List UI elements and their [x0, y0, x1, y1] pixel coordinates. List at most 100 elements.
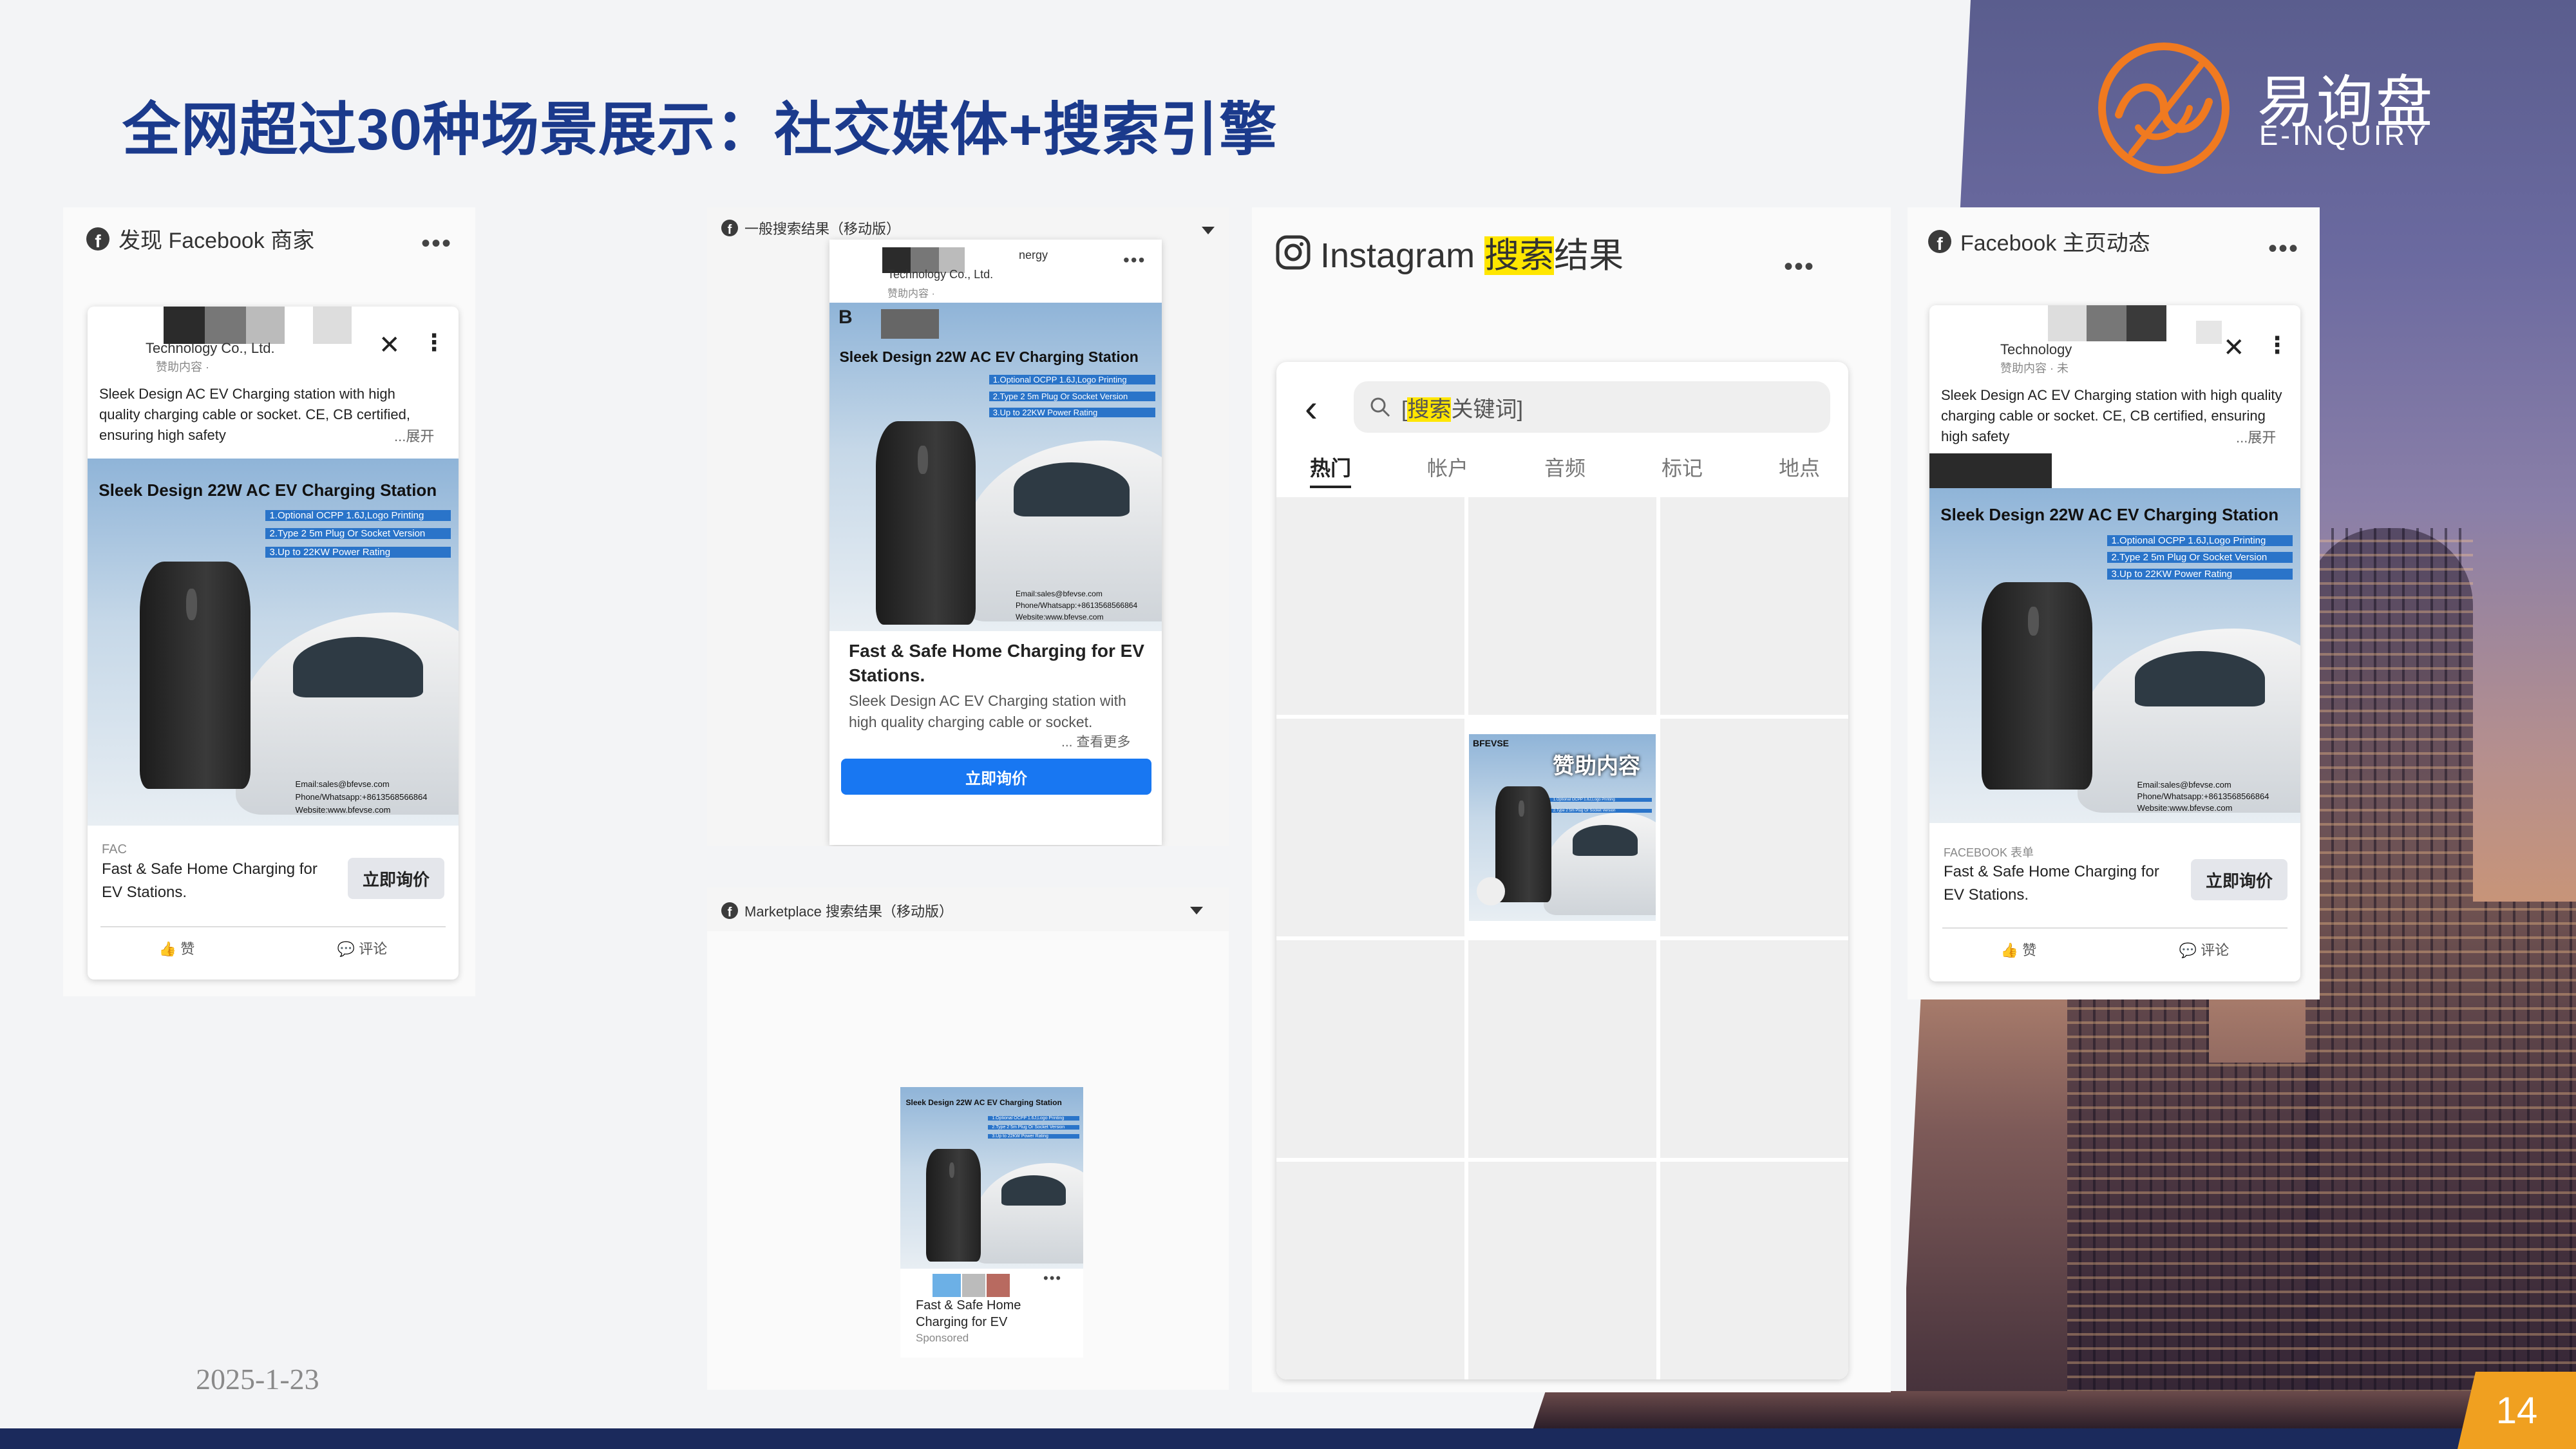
- grid-tile[interactable]: [1660, 1162, 1848, 1379]
- panel-header-label: Marketplace 搜索结果（移动版）: [744, 904, 953, 920]
- more-options-icon[interactable]: •••: [1043, 1270, 1062, 1287]
- bottom-bar: [0, 1428, 2576, 1449]
- tab-top[interactable]: 热门: [1310, 452, 1352, 488]
- tab-tags[interactable]: 标记: [1662, 452, 1703, 488]
- product-feature: 3.Up to 22KW Power Rating: [989, 408, 1155, 418]
- chevron-down-icon[interactable]: [1190, 907, 1203, 914]
- results-grid: BFEVSE 赞助内容 1.Optional OCPP 1.6J,Logo Pr…: [1276, 497, 1848, 1379]
- redacted-logo: [881, 309, 939, 339]
- redacted-avatar: [313, 307, 352, 344]
- sponsored-label: Sponsored: [916, 1332, 969, 1344]
- grid-tile[interactable]: [1660, 940, 1848, 1158]
- charger-graphic: [1981, 582, 2093, 790]
- charger-graphic: [876, 421, 976, 625]
- sponsored-label: 赞助内容 ·: [887, 289, 935, 299]
- product-image[interactable]: Sleek Design 22W AC EV Charging Station …: [88, 459, 459, 826]
- close-icon[interactable]: ✕: [379, 332, 401, 358]
- more-options-icon[interactable]: •••: [1123, 250, 1146, 270]
- grid-tile[interactable]: [1660, 719, 1848, 936]
- search-input[interactable]: [搜索关键词]: [1354, 381, 1830, 433]
- product-feature: 1.Optional OCPP 1.6J,Logo Printing: [265, 509, 451, 521]
- post-actions: 👍 赞 💬 评论: [88, 938, 459, 958]
- post-menu-icon[interactable]: ⋮: [422, 331, 446, 354]
- grid-tile[interactable]: [1468, 1162, 1656, 1379]
- panel-header-label: 一般搜索结果（移动版）: [744, 221, 901, 237]
- panel-header-label: Instagram 搜索结果: [1320, 236, 1624, 275]
- close-icon[interactable]: ✕: [2223, 335, 2245, 361]
- panel-header: Instagram 搜索结果: [1275, 227, 1624, 278]
- post-text: Sleek Design AC EV Charging station with…: [1941, 387, 2282, 444]
- grid-tile[interactable]: [1276, 940, 1464, 1158]
- panel-header-label: Facebook 主页动态: [1960, 231, 2150, 256]
- product-image-title: Sleek Design 22W AC EV Charging Station: [99, 480, 437, 500]
- advertiser-name[interactable]: Technology Co., Ltd.: [887, 268, 993, 281]
- brand-letter: B: [838, 307, 853, 328]
- comment-button[interactable]: 💬 评论: [2179, 939, 2230, 960]
- ad-brand: BFEVSE: [1473, 738, 1510, 748]
- sponsored-label: 赞助内容 ·: [156, 361, 209, 374]
- marketplace-item[interactable]: Sleek Design 22W AC EV Charging Station …: [900, 1087, 1083, 1358]
- tab-places[interactable]: 地点: [1779, 452, 1820, 488]
- product-feature: 1.Optional OCPP 1.6J,Logo Printing: [989, 375, 1155, 385]
- sponsored-ad-image: BFEVSE 赞助内容 1.Optional OCPP 1.6J,Logo Pr…: [1469, 734, 1656, 921]
- grid-tile[interactable]: [1276, 1162, 1464, 1379]
- post-text: Sleek Design AC EV Charging station with…: [99, 386, 411, 443]
- panel-fb-business: f 发现 Facebook 商家 ••• Technology Co., Ltd…: [63, 207, 475, 996]
- tab-accounts[interactable]: 帐户: [1427, 452, 1468, 488]
- back-arrow-icon[interactable]: ‹: [1305, 389, 1318, 428]
- post-menu-icon[interactable]: ⋮: [2266, 334, 2289, 357]
- cta-source: FACEBOOK 表单: [1944, 846, 2034, 859]
- product-image-title: Sleek Design 22W AC EV Charging Station: [905, 1097, 1062, 1107]
- tab-audio[interactable]: 音频: [1544, 452, 1586, 488]
- grid-tile[interactable]: [1276, 719, 1464, 936]
- product-image[interactable]: B Sleek Design 22W AC EV Charging Statio…: [829, 303, 1162, 631]
- grid-tile[interactable]: [1468, 497, 1656, 715]
- cta-source: FAC: [102, 842, 127, 857]
- chevron-down-icon[interactable]: [1202, 227, 1215, 234]
- see-more-link[interactable]: ... 查看更多: [1061, 732, 1130, 751]
- comment-button[interactable]: 💬 评论: [337, 938, 388, 958]
- grid-tile[interactable]: [1468, 940, 1656, 1158]
- car-graphic: [973, 1163, 1083, 1264]
- product-feature: 2.Type 2 5m Plug Or Socket Version: [265, 528, 451, 540]
- like-button[interactable]: 👍 赞: [2001, 939, 2037, 960]
- comment-label: 评论: [359, 941, 388, 957]
- product-contact: Email:sales@bfevse.com: [295, 779, 390, 789]
- more-options-icon[interactable]: •••: [2268, 234, 2299, 263]
- page-number: 14: [2458, 1372, 2576, 1449]
- expand-link[interactable]: ...展开: [394, 425, 434, 446]
- building: [2067, 966, 2209, 1449]
- more-options-icon[interactable]: •••: [1784, 252, 1815, 281]
- product-feature: 3.Up to 22KW Power Rating: [265, 546, 451, 558]
- redacted-avatar: [2087, 305, 2126, 341]
- facebook-icon: f: [1928, 229, 1951, 253]
- product-feature: 3.Up to 22KW Power Rating: [2107, 568, 2293, 580]
- advertiser-name[interactable]: Technology Co., Ltd.: [146, 340, 275, 357]
- expand-link[interactable]: ...展开: [2236, 426, 2276, 447]
- redacted-avatar: [246, 307, 285, 344]
- skyline-strip: [1533, 1391, 2576, 1430]
- product-contact: Website:www.bfevse.com: [295, 804, 391, 815]
- inquire-button[interactable]: 立即询价: [841, 759, 1151, 795]
- redacted-price: [987, 1274, 1010, 1297]
- car-graphic: [1544, 812, 1656, 916]
- grid-tile[interactable]: [1276, 497, 1464, 715]
- product-image[interactable]: Sleek Design 22W AC EV Charging Station …: [1929, 488, 2300, 823]
- grid-tile-sponsored[interactable]: BFEVSE 赞助内容 1.Optional OCPP 1.6J,Logo Pr…: [1468, 719, 1656, 936]
- advertiser-name[interactable]: Technology: [2000, 341, 2072, 358]
- product-feature: 3.Up to 22KW Power Rating: [988, 1134, 1080, 1139]
- product-contact: Phone/Whatsapp:+8613568566864: [2137, 791, 2269, 802]
- inquire-button[interactable]: 立即询价: [2191, 859, 2287, 900]
- grid-tile[interactable]: [1660, 497, 1848, 715]
- panel-header: f Marketplace 搜索结果（移动版）: [721, 900, 953, 921]
- product-image: Sleek Design 22W AC EV Charging Station …: [900, 1087, 1083, 1269]
- like-button[interactable]: 👍 赞: [159, 938, 195, 958]
- redacted-block: [1929, 453, 2052, 488]
- inquire-button[interactable]: 立即询价: [348, 858, 444, 899]
- cta-title: Fast & Safe Home Charging for EV Station…: [849, 641, 1144, 685]
- redacted-price: [933, 1274, 961, 1297]
- more-options-icon[interactable]: •••: [421, 229, 452, 258]
- slide-title: 全网超过30种场景展示：社交媒体+搜索引擎: [122, 98, 1278, 162]
- product-feature: 2.Type 2 5m Plug Or Socket Version: [988, 1125, 1080, 1130]
- item-title: Fast & Safe Home Charging for EV: [916, 1298, 1021, 1329]
